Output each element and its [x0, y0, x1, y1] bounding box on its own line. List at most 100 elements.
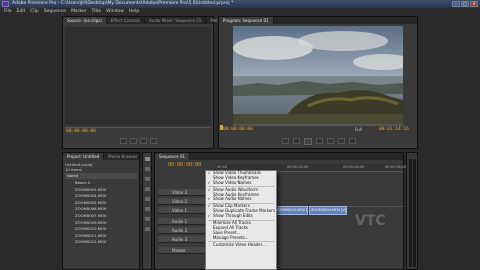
- razor-tool-icon[interactable]: [145, 187, 150, 191]
- track-header-v3[interactable]: Video 3: [158, 189, 208, 196]
- timeline-display-context-menu: Show Video ThumbnailsShow Video Keyframe…: [205, 170, 277, 270]
- menu-edit[interactable]: Edit: [17, 8, 26, 15]
- program-time-ruler[interactable]: [233, 124, 403, 126]
- track-header-v1[interactable]: Video 1: [158, 207, 208, 214]
- menu-marker[interactable]: Marker: [71, 8, 87, 15]
- tab-sequence-01[interactable]: Sequence 01: [155, 153, 191, 160]
- window-controls: – □ ✕: [452, 1, 478, 7]
- play-stop-button[interactable]: [304, 138, 312, 145]
- list-item[interactable]: ZOOM0011.MOV: [65, 233, 137, 240]
- go-to-out-button[interactable]: [327, 138, 334, 144]
- menu-help[interactable]: Help: [129, 8, 139, 15]
- source-time-ruler[interactable]: [65, 127, 211, 128]
- vtc-watermark: VTC: [355, 213, 386, 229]
- track-header-a2[interactable]: Audio 2: [158, 227, 208, 234]
- beach-scene-image: [233, 26, 403, 124]
- tools-panel: [142, 152, 152, 270]
- program-timecode-right: 00:01:14:16: [379, 127, 409, 132]
- track-select-tool-icon[interactable]: [145, 167, 150, 171]
- lift-button[interactable]: [338, 138, 345, 144]
- tab-source[interactable]: Source: (no clips): [63, 17, 107, 24]
- tab-program[interactable]: Program: Sequence 01: [219, 17, 274, 24]
- menu-item-show-audio-names[interactable]: Show Audio Names: [206, 197, 276, 203]
- slip-tool-icon[interactable]: [145, 197, 150, 201]
- premiere-app-icon: [2, 1, 9, 7]
- menu-file[interactable]: File: [4, 8, 12, 15]
- list-item[interactable]: ZOOM0005.MOV: [65, 200, 137, 207]
- source-panel: Source: (no clips) Effect Controls Audio…: [62, 16, 235, 149]
- source-timecode[interactable]: 00:00:00:00: [66, 129, 96, 134]
- source-monitor-view: [65, 27, 211, 125]
- menu-window[interactable]: Window: [106, 8, 124, 15]
- timeline-clip[interactable]: ZOOM0003.MOV [V]: [274, 206, 308, 215]
- bin-beach-2[interactable]: Beach 2: [65, 180, 137, 187]
- list-item[interactable]: ZOOM0009.MOV: [65, 220, 137, 227]
- program-timecode-left[interactable]: 00:00:00:00: [223, 127, 253, 132]
- mark-in-button[interactable]: [119, 138, 127, 144]
- ruler-label: 00:00:32:00: [287, 165, 309, 169]
- list-item[interactable]: ZOOM0004.MOV: [65, 193, 137, 200]
- track-header-a3[interactable]: Audio 3: [158, 236, 208, 243]
- menu-item-show-through-edits[interactable]: Show Through Edits: [206, 213, 276, 219]
- play-button[interactable]: [139, 138, 147, 144]
- audio-meters-panel: [406, 152, 418, 270]
- mark-out-button[interactable]: [129, 138, 137, 144]
- tab-audio-mixer[interactable]: Audio Mixer: Sequence 01: [145, 17, 207, 24]
- audio-meter-left: [409, 159, 412, 267]
- source-tabs: Source: (no clips) Effect Controls Audio…: [63, 17, 235, 24]
- list-item[interactable]: ZOOM0006.MOV: [65, 206, 137, 213]
- close-button[interactable]: ✕: [470, 1, 478, 7]
- extract-button[interactable]: [349, 138, 356, 144]
- ruler-label: 00:01:04:00: [343, 165, 365, 169]
- step-forward-button[interactable]: [149, 138, 157, 144]
- maximize-button[interactable]: □: [461, 1, 469, 7]
- ruler-label: 00:01:36:00: [385, 165, 407, 169]
- program-panel: Program: Sequence 01 00:00:00:00 Full 00…: [218, 16, 418, 149]
- project-item-list: Beach 2 ZOOM0003.MOV ZOOM0004.MOV ZOOM00…: [65, 180, 137, 246]
- menu-item-show-video-names[interactable]: Show Video Names: [206, 180, 276, 186]
- tab-media-browser[interactable]: Media Browser: [104, 153, 143, 160]
- go-to-in-button[interactable]: [282, 138, 289, 144]
- step-back-button[interactable]: [293, 138, 300, 144]
- menu-bar: File Edit Clip Sequence Marker Title Win…: [0, 8, 480, 15]
- audio-meter-right: [413, 159, 416, 267]
- project-panel: Project: Untitled Media Browser Untitled…: [62, 152, 143, 270]
- zoom-select[interactable]: Full: [355, 127, 362, 132]
- minimize-button[interactable]: –: [452, 1, 460, 7]
- premiere-window: Adobe Premiere Pro - C:\Users\JH\Desktop…: [0, 0, 480, 270]
- timeline-panel: Sequence 01 00:00:00:00 00:00 00:00:32:0…: [154, 152, 407, 270]
- tab-project[interactable]: Project: Untitled: [63, 153, 105, 160]
- title-bar: Adobe Premiere Pro - C:\Users\JH\Desktop…: [0, 0, 480, 8]
- track-header-v2[interactable]: Video 2: [158, 198, 208, 205]
- program-transport: [239, 138, 399, 146]
- ruler-label: 00:00: [217, 165, 228, 169]
- tab-effect-controls[interactable]: Effect Controls: [107, 17, 146, 24]
- track-header-a1[interactable]: Audio 1: [158, 218, 208, 225]
- pen-tool-icon[interactable]: [145, 207, 150, 211]
- timeline-timecode[interactable]: 00:00:00:00: [168, 162, 201, 168]
- list-item[interactable]: ZOOM0007.MOV: [65, 213, 137, 220]
- project-info: Untitled.prproj 10 Items: [65, 162, 92, 172]
- column-header-name[interactable]: Name: [65, 173, 137, 179]
- menu-sequence[interactable]: Sequence: [44, 8, 66, 15]
- track-header-master[interactable]: Master: [158, 247, 208, 254]
- list-item[interactable]: ZOOM0012.MOV: [65, 239, 137, 246]
- selection-tool-icon[interactable]: [145, 157, 150, 161]
- source-transport: [66, 138, 210, 146]
- program-tabs: Program: Sequence 01: [219, 17, 417, 24]
- list-item[interactable]: ZOOM0010.MOV: [65, 226, 137, 233]
- zoom-tool-icon[interactable]: [145, 227, 150, 231]
- menu-item-customize-video-header[interactable]: Customize Video Header...: [206, 242, 276, 248]
- list-item[interactable]: ZOOM0003.MOV: [65, 187, 137, 194]
- menu-title[interactable]: Title: [92, 8, 102, 15]
- menu-item-manage-presets[interactable]: Manage Presets...: [206, 235, 276, 241]
- project-tabs: Project: Untitled Media Browser: [63, 153, 143, 160]
- menu-clip[interactable]: Clip: [30, 8, 39, 15]
- timeline-clip[interactable]: ZOOM0004.MOV [V] [V]: [309, 206, 347, 215]
- project-item-count: 10 Items: [65, 167, 82, 172]
- ripple-edit-tool-icon[interactable]: [145, 177, 150, 181]
- program-video-frame: [233, 26, 403, 124]
- hand-tool-icon[interactable]: [145, 217, 150, 221]
- step-forward-button[interactable]: [316, 138, 323, 144]
- timeline-tabs: Sequence 01: [155, 153, 403, 160]
